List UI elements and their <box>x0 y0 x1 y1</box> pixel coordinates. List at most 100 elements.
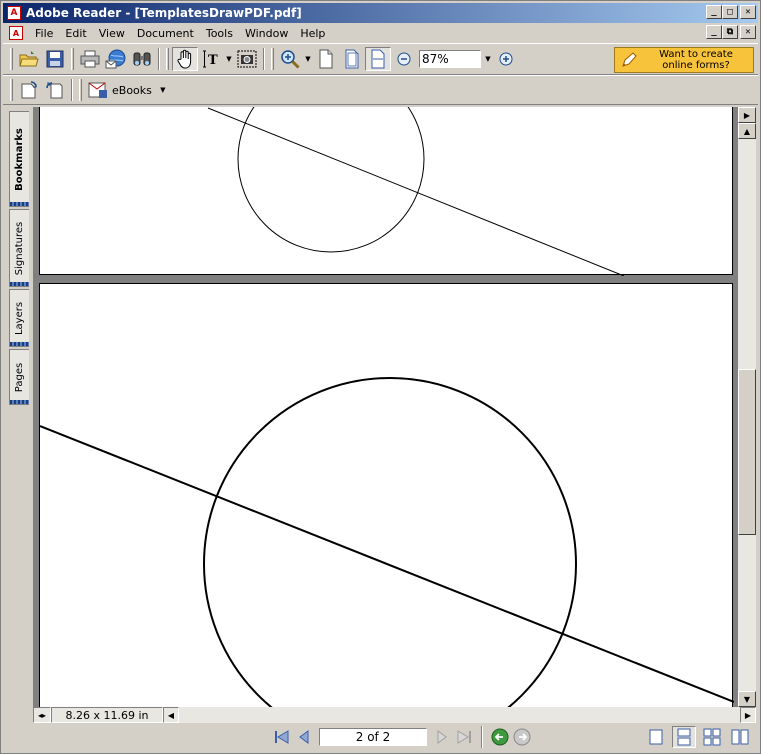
menu-document[interactable]: Document <box>131 24 200 42</box>
horizontal-scroll-track[interactable] <box>179 707 740 723</box>
menu-view[interactable]: View <box>93 24 131 42</box>
scroll-right-button[interactable]: ▶ <box>740 707 756 723</box>
app-window: A Adobe Reader - [TemplatesDrawPDF.pdf] … <box>0 0 761 754</box>
scroll-down-button[interactable]: ▼ <box>738 691 756 707</box>
go-forward-button[interactable] <box>511 726 533 748</box>
maximize-button[interactable]: □ <box>722 5 738 19</box>
create-forms-button[interactable]: Want to create online forms? <box>614 47 754 73</box>
menu-file[interactable]: File <box>29 24 59 42</box>
forms-line-1: Want to create <box>659 49 733 60</box>
zoom-level-input[interactable]: 87% <box>419 50 481 68</box>
doc-restore-button[interactable]: ⧉ <box>722 25 738 39</box>
fit-width-button[interactable] <box>365 47 391 71</box>
ebooks-label: eBooks <box>112 83 152 97</box>
page-2-drawing <box>39 377 735 707</box>
email-button[interactable] <box>103 47 129 71</box>
next-page-button[interactable] <box>431 726 453 748</box>
previous-page-icon <box>299 730 309 744</box>
secondary-toolbar: eBooks ▼ <box>3 75 758 105</box>
folder-open-icon <box>19 51 39 67</box>
globe-email-icon <box>105 49 126 69</box>
page-number-input[interactable]: 2 of 2 <box>319 728 427 746</box>
toolbar-grip[interactable] <box>271 48 274 70</box>
zoom-out-button[interactable] <box>391 47 417 71</box>
toolbar-grip[interactable] <box>71 48 74 70</box>
tab-signatures[interactable]: Signatures <box>9 209 29 287</box>
menu-edit[interactable]: Edit <box>59 24 92 42</box>
doc-close-button[interactable]: ✕ <box>740 25 756 39</box>
minus-circle-icon <box>397 52 411 66</box>
close-button[interactable]: ✕ <box>740 5 756 19</box>
continuous-button[interactable] <box>672 726 696 748</box>
resize-split-icon[interactable]: ◂▸ <box>33 707 51 723</box>
actual-size-button[interactable] <box>313 47 339 71</box>
first-page-button[interactable] <box>271 726 293 748</box>
menu-help[interactable]: Help <box>294 24 331 42</box>
title-bar[interactable]: A Adobe Reader - [TemplatesDrawPDF.pdf] … <box>3 3 758 23</box>
zoom-in-tool-button[interactable] <box>277 47 303 71</box>
tab-pages[interactable]: Pages <box>9 349 29 405</box>
open-button[interactable] <box>16 47 42 71</box>
toolbar-grip[interactable] <box>10 79 13 101</box>
navigation-panel-tabs: Bookmarks Signatures Layers Pages <box>5 107 29 707</box>
print-button[interactable] <box>77 47 103 71</box>
ebooks-icon <box>88 82 107 98</box>
rotate-counterclockwise-icon <box>46 82 63 99</box>
first-page-icon <box>275 730 289 744</box>
svg-text:T: T <box>208 53 218 68</box>
search-button[interactable] <box>129 47 155 71</box>
continuous-facing-button[interactable] <box>700 726 724 748</box>
last-page-button[interactable] <box>453 726 475 748</box>
plus-circle-icon <box>499 52 513 66</box>
menu-tools[interactable]: Tools <box>200 24 239 42</box>
camera-icon <box>237 50 257 68</box>
page-2-line <box>39 425 735 703</box>
zoom-level-dropdown[interactable]: ▼ <box>483 47 493 71</box>
page-1-circle <box>237 107 425 253</box>
binoculars-icon <box>133 52 151 66</box>
snapshot-button[interactable] <box>234 47 260 71</box>
acrobat-icon: A <box>7 6 21 20</box>
hand-tool-button[interactable] <box>172 47 198 71</box>
doc-minimize-button[interactable]: _ <box>706 25 722 39</box>
tab-layers[interactable]: Layers <box>9 289 29 347</box>
zoom-in-button[interactable] <box>493 47 519 71</box>
continuous-icon <box>677 728 691 746</box>
save-button[interactable] <box>42 47 68 71</box>
page-1-drawing <box>207 107 625 277</box>
page-size-label: 8.26 x 11.69 in <box>51 707 163 723</box>
ebooks-button[interactable]: eBooks <box>85 78 154 102</box>
minimize-button[interactable]: _ <box>706 5 722 19</box>
tab-bookmarks[interactable]: Bookmarks <box>9 111 29 207</box>
fit-page-button[interactable] <box>339 47 365 71</box>
select-text-button[interactable]: T <box>198 47 224 71</box>
toolbar-grip[interactable] <box>79 79 82 101</box>
single-page-button[interactable] <box>644 726 668 748</box>
main-toolbar: T ▼ ▼ 87% ▼ Want to create online forms? <box>3 43 758 75</box>
ebooks-dropdown[interactable]: ▼ <box>158 78 168 102</box>
pen-icon <box>619 50 639 70</box>
rotate-clockwise-button[interactable] <box>16 78 42 102</box>
page-2-circle <box>203 377 577 707</box>
page-1-line <box>207 107 625 277</box>
document-view[interactable] <box>33 107 738 707</box>
go-back-button[interactable] <box>489 726 511 748</box>
toolbar-grip[interactable] <box>10 48 13 70</box>
scroll-left-button[interactable]: ◀ <box>163 707 179 723</box>
rotate-counterclockwise-button[interactable] <box>42 78 68 102</box>
vertical-scroll-thumb[interactable] <box>738 369 756 535</box>
facing-button[interactable] <box>728 726 752 748</box>
forward-arrow-icon <box>513 728 531 746</box>
document-icon[interactable]: A <box>9 26 23 40</box>
previous-page-button[interactable] <box>293 726 315 748</box>
page-navigation-bar: 2 of 2 <box>3 723 758 751</box>
vertical-scrollbar[interactable]: ▶ ▲ ▼ <box>738 107 756 707</box>
select-tool-dropdown[interactable]: ▼ <box>224 47 234 71</box>
zoom-tool-dropdown[interactable]: ▼ <box>303 47 313 71</box>
scroll-up-button[interactable]: ▲ <box>738 123 756 139</box>
toolbar-grip[interactable] <box>166 48 169 70</box>
scroll-page-button[interactable]: ▶ <box>738 107 756 123</box>
menu-window[interactable]: Window <box>239 24 294 42</box>
horizontal-scrollbar[interactable]: ◂▸ 8.26 x 11.69 in ◀ ▶ <box>33 707 756 723</box>
text-select-icon: T <box>203 50 218 68</box>
